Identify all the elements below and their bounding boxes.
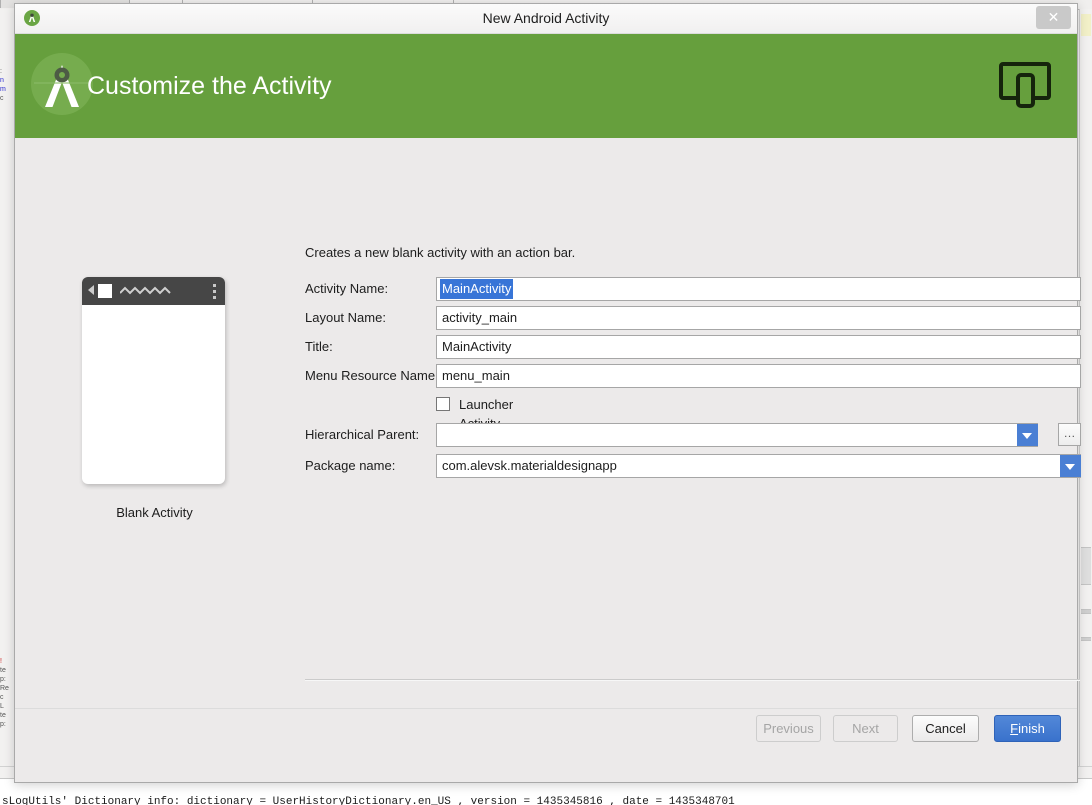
preview-label: Blank Activity [82,505,227,520]
menu-resource-name-label: Menu Resource Name: [305,364,439,388]
dialog-footer: Previous Next Cancel Finish [15,708,1077,782]
close-icon[interactable]: ✕ [1036,6,1071,29]
finish-rest: inish [1018,721,1045,736]
finish-button[interactable]: Finish [994,715,1061,742]
launcher-activity-checkbox[interactable] [436,397,450,411]
dialog-content: Blank Activity Creates a new blank activ… [15,138,1077,738]
console-log-line: sLogUtils' Dictionary info: dictionary =… [2,796,735,805]
activity-name-input[interactable]: MainActivity [436,277,1081,301]
form-row-activity-name: Activity Name: MainActivity [305,277,1080,301]
form-row-menu-resource-name: Menu Resource Name: menu_main [305,364,1080,388]
layout-name-label: Layout Name: [305,306,386,330]
preview-phone-mockup [82,277,225,484]
ide-scroll-mark [1081,609,1091,614]
dialog-title-bar: New Android Activity ✕ [15,4,1077,34]
title-placeholder-zigzag-icon [120,286,172,295]
android-studio-logo-icon [29,51,95,117]
ide-highlight-mark [1081,14,1091,36]
form-row-layout-name: Layout Name: activity_main [305,306,1080,330]
title-label: Title: [305,335,333,359]
browse-button[interactable]: … [1058,423,1081,446]
tablet-phone-device-icon [999,60,1051,110]
menu-resource-name-input[interactable]: menu_main [436,364,1081,388]
app-square-icon [98,284,112,298]
title-input[interactable]: MainActivity [436,335,1081,359]
overflow-dots-icon [213,284,217,299]
form-row-title: Title: MainActivity [305,335,1080,359]
activity-preview: Blank Activity [82,277,227,520]
hierarchical-parent-label: Hierarchical Parent: [305,423,419,447]
activity-name-value: MainActivity [440,279,513,299]
finish-mnemonic: F [1010,721,1018,736]
ide-scroll-mark [1081,637,1091,641]
chevron-down-icon[interactable] [1060,455,1081,477]
dialog-title: New Android Activity [15,4,1077,33]
layout-name-input[interactable]: activity_main [436,306,1081,330]
form-row-hierarchical-parent: Hierarchical Parent: … [305,423,1080,447]
activity-name-label: Activity Name: [305,277,388,301]
dialog-banner: Customize the Activity [15,34,1077,138]
package-name-combobox[interactable]: com.alevsk.materialdesignapp [436,454,1081,478]
hierarchical-parent-combobox[interactable] [436,423,1038,447]
new-android-activity-dialog: New Android Activity ✕ Customize the Act… [14,3,1078,783]
form-row-package-name: Package name: com.alevsk.materialdesigna… [305,454,1080,478]
cancel-button[interactable]: Cancel [912,715,979,742]
ide-right-gutter[interactable] [1079,9,1092,779]
ide-scrollbar-thumb[interactable] [1081,547,1091,585]
content-separator [305,679,1080,681]
next-button[interactable]: Next [833,715,898,742]
preview-action-bar [82,277,225,305]
ide-left-gutter: : n m c ! te p: Re c L te p: [0,9,15,779]
form-description: Creates a new blank activity with an act… [305,245,575,260]
previous-button[interactable]: Previous [756,715,821,742]
package-name-label: Package name: [305,454,395,478]
banner-heading: Customize the Activity [87,34,332,138]
back-chevron-icon [88,285,94,295]
chevron-down-icon[interactable] [1017,424,1038,446]
